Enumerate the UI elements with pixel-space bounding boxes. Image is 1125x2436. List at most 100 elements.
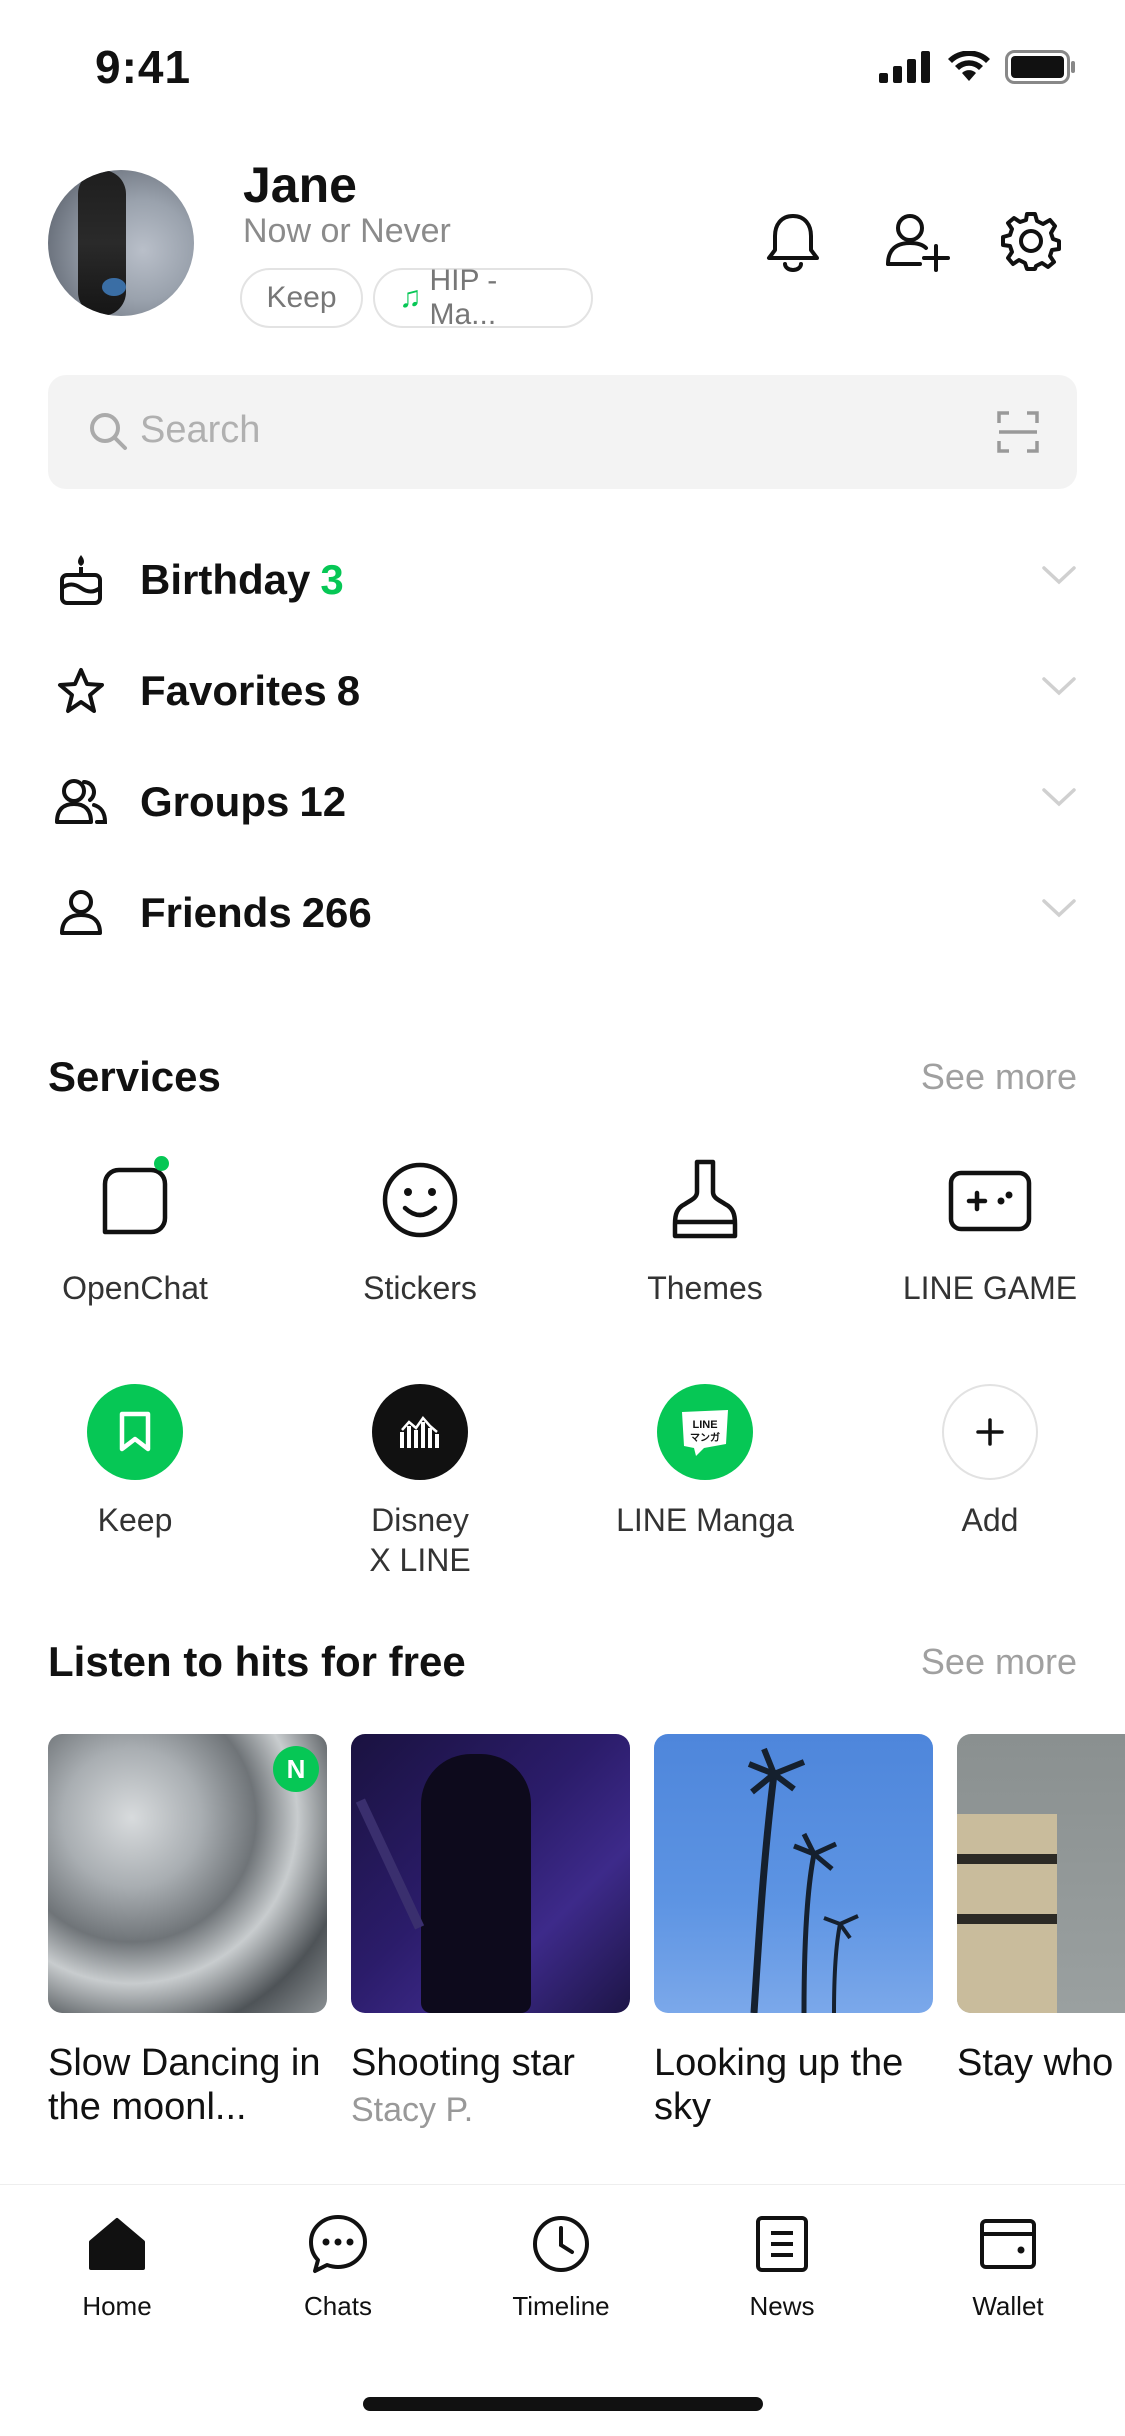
service-openchat[interactable]: OpenChat [5,1150,265,1308]
birthday-cake-icon [48,547,114,613]
qr-scan-icon[interactable] [997,411,1039,453]
chevron-down-icon [1042,788,1076,807]
tab-label: Chats [304,2291,372,2321]
profile-header: Jane Now or Never Keep ♫ HIP - Ma... [0,150,1125,340]
tab-timeline[interactable]: Timeline [481,2211,641,2322]
music-note-icon: ♫ [399,281,422,314]
service-keep[interactable]: Keep [5,1382,265,1540]
tab-label: Wallet [972,2291,1044,2321]
music-section-title: Listen to hits for free [48,1638,466,1685]
service-line-game[interactable]: LINE GAME [860,1150,1120,1308]
new-badge: N [273,1746,319,1792]
service-line-manga[interactable]: LINE マンガ LINE Manga [575,1382,835,1540]
music-card[interactable]: Shooting star Stacy P. [351,1734,630,2130]
service-label: Themes [647,1270,763,1306]
plus-icon [940,1382,1040,1482]
service-label: Disney X LINE [369,1502,471,1578]
wallet-icon [975,2211,1041,2277]
list-row-friends[interactable]: Friends 266 [48,863,1077,963]
track-artist: Stacy P. [351,2091,474,2129]
battery-icon [1005,50,1075,84]
track-title: Stay who are [957,2042,1125,2084]
chevron-down-icon [1042,899,1076,918]
list-row-favorites[interactable]: Favorites 8 [48,641,1077,741]
list-label-birthday: Birthday [140,556,311,603]
list-label-groups: Groups [140,778,290,825]
smiley-icon [370,1150,470,1250]
music-chip[interactable]: ♫ HIP - Ma... [373,264,593,331]
home-indicator[interactable] [363,2397,763,2411]
clock-icon [528,2211,594,2277]
list-count-groups: 12 [299,778,347,825]
music-card[interactable]: N Slow Dancing in the moonl... [48,1734,327,2135]
service-add[interactable]: Add [860,1382,1120,1540]
service-label: Stickers [363,1270,477,1306]
track-title: Looking up the sky [654,2042,904,2128]
star-icon [48,658,114,724]
service-label: OpenChat [62,1270,208,1306]
music-see-more-link[interactable]: See more [921,1641,1077,1683]
service-label: LINE GAME [902,1270,1078,1306]
tab-label: Timeline [512,2291,610,2321]
tab-wallet[interactable]: Wallet [928,2211,1088,2322]
album-art [654,1734,933,2013]
keep-chip[interactable]: Keep [240,268,363,328]
album-art [957,1734,1125,2013]
brush-icon [655,1150,755,1250]
list-row-birthday[interactable]: Birthday 3 [48,530,1077,630]
search-placeholder: Search [140,409,261,451]
list-count-favorites: 8 [336,667,361,714]
add-friend-icon[interactable] [884,208,950,274]
music-chip-label: HIP - Ma... [429,264,498,331]
gamepad-icon [940,1150,1040,1250]
tab-label: Home [82,2291,152,2321]
search-input[interactable]: Search [48,375,1077,489]
service-label: LINE Manga [616,1502,794,1538]
castle-icon [370,1382,470,1482]
openchat-icon [85,1150,185,1250]
services-see-more-link[interactable]: See more [921,1056,1077,1098]
music-card[interactable]: Looking up the sky [654,1734,933,2135]
chevron-down-icon [1042,566,1076,585]
album-art: N [48,1734,327,2013]
list-label-friends: Friends [140,889,292,936]
notification-bell-icon[interactable] [760,208,826,274]
avatar[interactable] [48,170,194,316]
services-title: Services [48,1053,221,1100]
list-row-groups[interactable]: Groups 12 [48,752,1077,852]
tab-chats[interactable]: Chats [258,2211,418,2322]
bookmark-icon [85,1382,185,1482]
tab-label: News [749,2291,815,2321]
new-indicator-dot [154,1156,169,1171]
cellular-signal-icon [879,51,930,83]
tab-home[interactable]: Home [37,2211,197,2322]
keep-chip-label: Keep [266,281,337,314]
service-themes[interactable]: Themes [575,1150,835,1308]
settings-gear-icon[interactable] [998,208,1064,274]
music-card-carousel[interactable]: N Slow Dancing in the moonl... Shooting … [48,1734,1125,2144]
home-icon [84,2211,150,2277]
chevron-down-icon [1042,677,1076,696]
group-icon [48,769,114,835]
wifi-icon [948,51,990,81]
list-count-birthday: 3 [320,556,344,603]
service-disney-x-line[interactable]: Disney X LINE [290,1382,550,1580]
tab-news[interactable]: News [702,2211,862,2322]
list-count-friends: 266 [301,889,372,936]
service-stickers[interactable]: Stickers [290,1150,550,1308]
music-card[interactable]: Stay who are [957,1734,1125,2091]
profile-status-message[interactable]: Now or Never [243,212,451,251]
album-art [351,1734,630,2013]
svg-text:LINE: LINE [692,1419,717,1431]
search-icon [90,413,127,450]
service-label: Add [961,1502,1019,1538]
status-icons [879,50,1077,84]
track-title: Slow Dancing in the moonl... [48,2042,321,2128]
person-icon [48,880,114,946]
svg-text:マンガ: マンガ [690,1431,720,1444]
list-label-favorites: Favorites [140,667,327,714]
profile-name[interactable]: Jane [243,156,357,214]
chat-bubble-icon [305,2211,371,2277]
track-title: Shooting star [351,2042,575,2084]
status-bar: 9:41 [0,0,1125,132]
